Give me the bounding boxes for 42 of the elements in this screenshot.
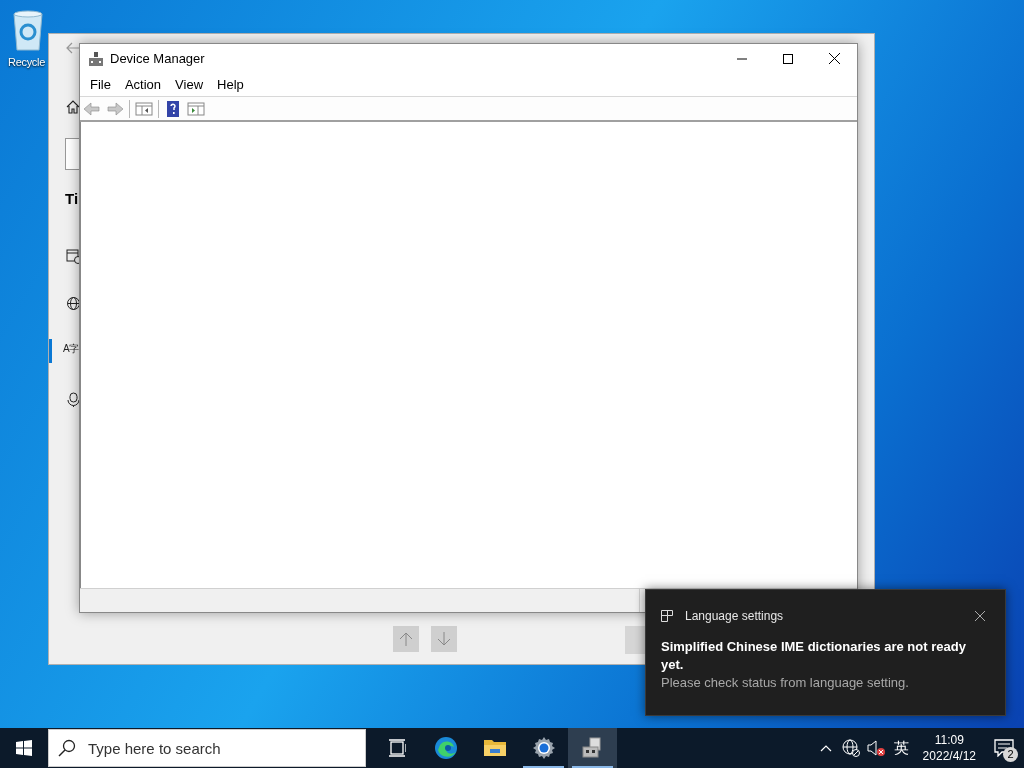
globe-icon[interactable] [66,296,79,312]
action-pane-icon[interactable] [187,100,205,117]
menu-item[interactable]: File [83,74,118,95]
down-arrow-icon [437,631,451,647]
back-arrow-icon[interactable] [66,42,80,54]
action-center-button[interactable]: 2 [984,728,1024,768]
up-arrow-icon [399,631,413,647]
menu-item[interactable]: View [168,74,211,95]
chevron-up-icon[interactable] [819,744,832,752]
notification-icon [994,739,1014,757]
help-icon[interactable] [164,100,182,117]
search-field[interactable] [65,138,79,170]
home-icon[interactable] [66,100,80,114]
calendar-icon[interactable] [66,248,79,264]
task-view-icon [387,739,406,757]
window-title: Device Manager [110,49,205,68]
settings-app-icon [661,610,673,622]
close-icon[interactable] [975,611,985,621]
search-icon [58,739,76,757]
search-field[interactable]: Type here to search [48,729,366,767]
toast-title: Simplified Chinese IME dictionaries are not ready yet. [661,638,967,674]
console-tree-icon[interactable] [135,100,153,117]
taskbar-app-button[interactable] [568,728,617,768]
windows-logo-icon [16,740,32,756]
clock[interactable]: 11:09 2022/4/12 [914,732,984,764]
section-heading: Ti [65,191,79,206]
input-method-indicator[interactable]: 英 [893,736,909,760]
browser-icon [433,736,458,760]
menu-item[interactable]: Help [210,74,251,95]
language-icon[interactable]: A字 [63,344,78,354]
gear-icon [531,736,556,760]
toast-app-name: Language settings [685,608,784,625]
device-manager-icon [88,50,104,67]
volume-muted-icon[interactable] [866,739,885,757]
close-icon [828,53,840,64]
notification-badge: 2 [1003,747,1018,762]
menu-item[interactable]: Action [117,74,169,95]
mic-icon[interactable] [66,392,79,408]
maximize-icon [783,53,793,64]
toast-message: Please check status from language setting. [661,674,910,692]
network-icon[interactable] [841,739,860,757]
desktop-icon-label[interactable]: Recycle [8,54,46,71]
